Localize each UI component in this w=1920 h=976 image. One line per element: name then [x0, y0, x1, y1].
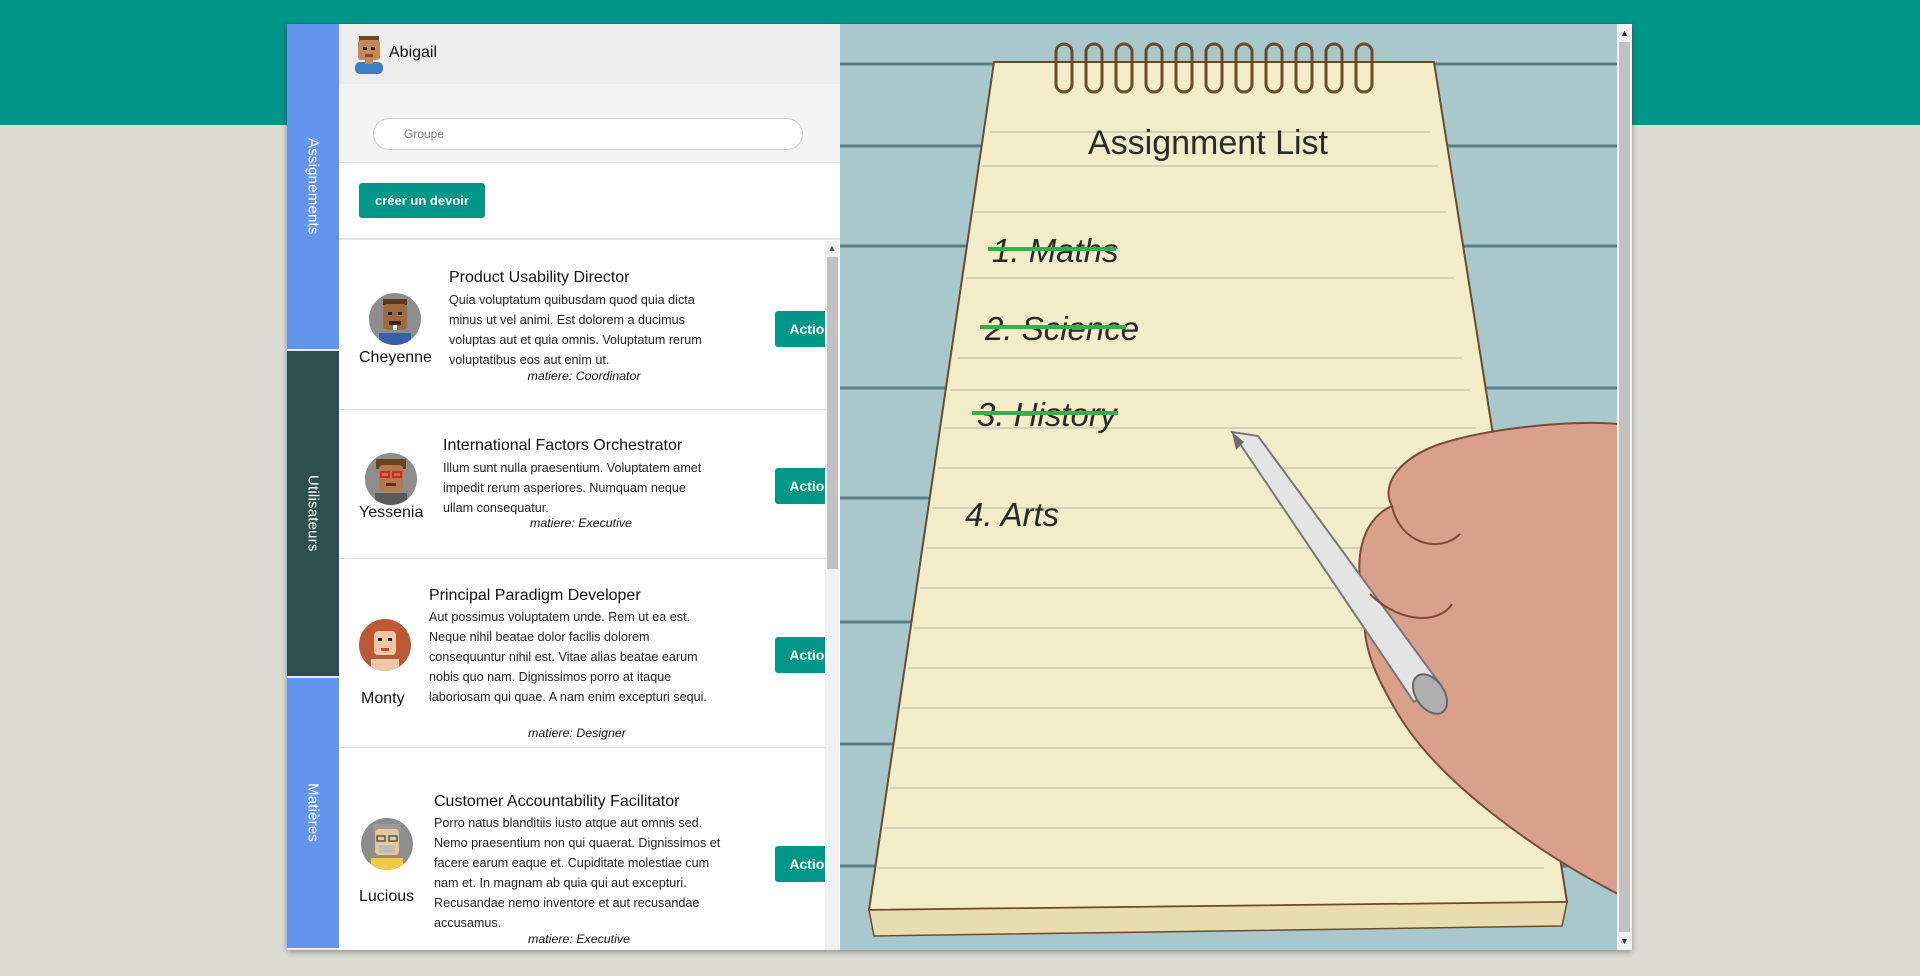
panel-header: Abigail: [339, 24, 887, 84]
assignment-list: Cheyenne Product Usability Director Quia…: [339, 241, 825, 950]
assignment-list-illustration: Assignment List 1. Maths 2. Science 3. H…: [840, 24, 1618, 950]
actions-button[interactable]: Actions: [775, 468, 825, 504]
assignment-user-name: Lucious: [359, 888, 415, 905]
vertical-nav: Assignements Utilisateurs Matières: [287, 24, 339, 950]
assignment-title: Product Usability Director: [449, 269, 630, 286]
create-assignment-button[interactable]: créer un devoir: [359, 183, 485, 218]
create-row: créer un devoir: [339, 162, 887, 240]
tab-label: Utilisateurs: [304, 475, 322, 552]
scroll-up-icon[interactable]: ▲: [827, 243, 837, 253]
assignment-description: Aut possimus voluptatem unde. Rem ut ea …: [429, 610, 707, 704]
tab-assignements[interactable]: Assignements: [287, 24, 339, 351]
assignment-matiere: matiere: Executive: [528, 932, 630, 946]
assignment-title: Principal Paradigm Developer: [429, 587, 641, 604]
scroll-thumb[interactable]: [827, 257, 838, 569]
tab-label: Matières: [304, 783, 322, 843]
assignment-title: Customer Accountability Facilitator: [434, 793, 680, 810]
actions-button[interactable]: Actions: [775, 846, 825, 882]
assignment-matiere: matiere: Coordinator: [527, 369, 641, 383]
tab-matieres[interactable]: Matières: [287, 678, 339, 950]
assignment-matiere: matiere: Executive: [530, 516, 632, 530]
illustration-heading: Assignment List: [1088, 124, 1329, 162]
user-avatar: [369, 293, 421, 345]
group-search-input[interactable]: [373, 118, 803, 150]
assignment-card: Cheyenne Product Usability Director Quia…: [339, 241, 825, 410]
actions-button[interactable]: Actions: [775, 637, 825, 673]
tab-label: Assignements: [304, 138, 322, 235]
illustration-item: 4. Arts: [965, 496, 1059, 533]
assignment-card: Monty Principal Paradigm Developer Aut p…: [339, 559, 825, 748]
window-scroll-thumb[interactable]: [1619, 42, 1630, 932]
assignment-user-name: Cheyenne: [359, 349, 432, 366]
assignment-description: Illum sunt nulla praesentium. Voluptatem…: [443, 461, 702, 515]
assignment-card: Yessenia International Factors Orchestra…: [339, 410, 825, 559]
user-avatar[interactable]: [353, 34, 385, 74]
assignment-matiere: matiere: Designer: [528, 726, 626, 740]
list-scrollbar[interactable]: ▲: [825, 241, 839, 950]
user-avatar: [365, 453, 417, 505]
scroll-up-icon[interactable]: ▲: [1617, 26, 1632, 40]
user-avatar: [361, 818, 413, 870]
window-scrollbar[interactable]: ▲ ▼: [1617, 24, 1632, 950]
assignment-card: Lucious Customer Accountability Facilita…: [339, 748, 825, 950]
search-bar: [339, 84, 887, 163]
tab-utilisateurs[interactable]: Utilisateurs: [287, 351, 339, 678]
scroll-down-icon[interactable]: ▼: [1617, 934, 1632, 948]
user-avatar: [359, 619, 411, 671]
app-window: Assignements Utilisateurs Matières Abiga…: [287, 24, 1632, 950]
user-name: Abigail: [389, 44, 438, 61]
actions-button[interactable]: Actions: [775, 311, 825, 347]
side-panel: Abigail créer un devoir: [339, 24, 887, 950]
assignment-description: Porro natus blanditiis iusto atque aut o…: [434, 816, 721, 930]
assignment-user-name: Monty: [361, 690, 405, 707]
assignment-description: Quia voluptatum quibusdam quod quia dict…: [449, 293, 702, 367]
assignment-title: International Factors Orchestrator: [443, 437, 683, 454]
assignment-user-name: Yessenia: [359, 504, 424, 521]
